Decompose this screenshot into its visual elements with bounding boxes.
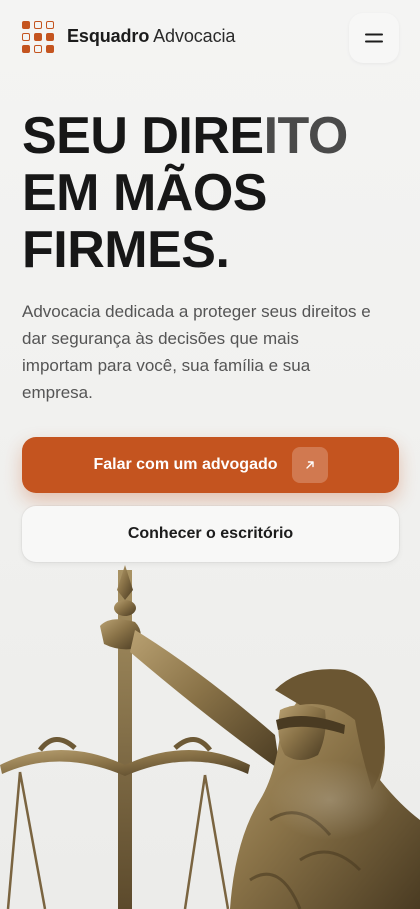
arrow-up-right-icon <box>291 447 328 483</box>
menu-button[interactable] <box>349 13 399 63</box>
brand-name-bold: Esquadro <box>67 26 150 46</box>
hero-title-line-1: SEU DIREITO <box>22 107 348 165</box>
site-header: Esquadro Advocacia <box>0 0 420 76</box>
hero-description: Advocacia dedicada a proteger seus direi… <box>22 302 371 402</box>
hero-title-line-2: EM MÃOS <box>22 164 267 222</box>
know-office-button[interactable]: Conhecer o escritório <box>22 506 399 562</box>
brand-name-light: Advocacia <box>153 26 236 46</box>
hero-title: SEU DIREITO EM MÃOS FIRMES. <box>22 108 412 279</box>
talk-to-lawyer-label: Falar com um advogado <box>93 456 278 473</box>
hamburger-icon <box>365 33 383 43</box>
talk-to-lawyer-button[interactable]: Falar com um advogado <box>22 437 399 493</box>
logo-grid-icon[interactable] <box>22 21 54 53</box>
lady-justice-statue-image <box>0 565 420 909</box>
hero-title-line-3: FIRMES. <box>22 221 230 279</box>
know-office-label: Conhecer o escritório <box>127 525 294 542</box>
brand-name[interactable]: Esquadro Advocacia <box>67 26 235 47</box>
